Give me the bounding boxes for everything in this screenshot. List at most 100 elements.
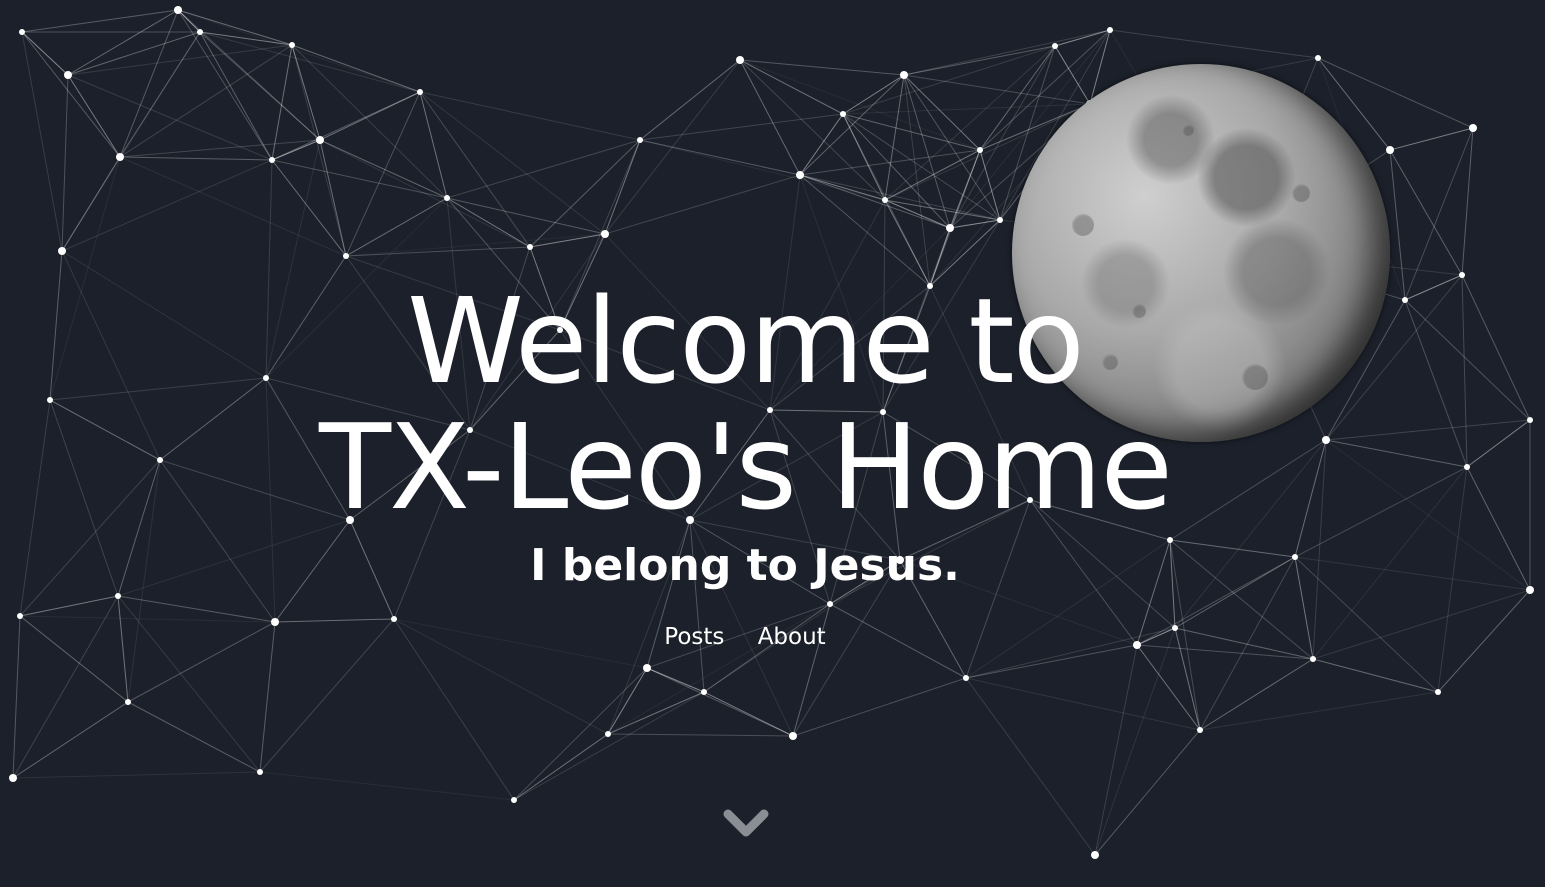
network-line bbox=[799, 174, 1001, 221]
network-line bbox=[119, 139, 321, 158]
network-line bbox=[739, 59, 801, 176]
network-node bbox=[289, 42, 295, 48]
hero-section: Welcome to TX-Leo's Home I belong to Jes… bbox=[0, 0, 1545, 887]
network-line bbox=[979, 149, 1001, 221]
network-node bbox=[796, 171, 804, 179]
nav-link-posts[interactable]: Posts bbox=[664, 624, 724, 650]
network-line bbox=[61, 156, 121, 252]
network-line bbox=[21, 9, 179, 33]
title-line-2: TX-Leo's Home bbox=[319, 398, 1173, 536]
network-line bbox=[177, 9, 421, 93]
network-line bbox=[884, 74, 905, 201]
network-node bbox=[789, 732, 797, 740]
network-line bbox=[1199, 691, 1439, 731]
network-node bbox=[391, 616, 397, 622]
title-line-1: Welcome to bbox=[407, 272, 1085, 410]
network-line bbox=[842, 113, 951, 229]
network-node bbox=[19, 29, 25, 35]
network-node bbox=[125, 699, 131, 705]
network-line bbox=[446, 139, 641, 199]
network-line bbox=[291, 44, 448, 199]
network-node bbox=[840, 111, 846, 117]
network-line bbox=[319, 139, 448, 199]
network-node bbox=[736, 56, 744, 64]
scroll-down-button[interactable] bbox=[722, 806, 770, 842]
network-line bbox=[604, 174, 801, 235]
network-line bbox=[842, 74, 905, 115]
network-node bbox=[116, 153, 124, 161]
nav-link-about[interactable]: About bbox=[758, 624, 826, 650]
network-line bbox=[271, 159, 448, 199]
network-line bbox=[1094, 729, 1201, 856]
network-node bbox=[269, 157, 275, 163]
network-line bbox=[67, 44, 293, 76]
page-title: Welcome to TX-Leo's Home bbox=[0, 278, 1490, 530]
network-node bbox=[605, 731, 611, 737]
network-line bbox=[965, 677, 1201, 731]
moon-crater bbox=[1182, 124, 1194, 136]
network-line bbox=[319, 91, 421, 141]
network-line bbox=[1094, 644, 1138, 856]
network-line bbox=[1094, 627, 1176, 856]
network-node bbox=[827, 601, 833, 607]
network-line bbox=[345, 233, 606, 257]
network-line bbox=[117, 595, 261, 773]
network-node bbox=[511, 797, 517, 803]
network-node bbox=[637, 137, 643, 143]
network-line bbox=[291, 44, 347, 257]
network-node bbox=[900, 71, 908, 79]
network-line bbox=[842, 45, 1056, 115]
network-line bbox=[446, 197, 531, 248]
network-node bbox=[963, 675, 969, 681]
network-line bbox=[12, 771, 261, 779]
network-line bbox=[19, 615, 276, 623]
network-line bbox=[67, 74, 121, 158]
network-node bbox=[946, 224, 954, 232]
moon-crater bbox=[1292, 184, 1310, 202]
network-node bbox=[444, 195, 450, 201]
network-line bbox=[513, 691, 705, 801]
network-node bbox=[1052, 43, 1058, 49]
network-line bbox=[21, 31, 63, 252]
network-line bbox=[799, 74, 905, 176]
network-line bbox=[604, 139, 641, 235]
network-line bbox=[345, 197, 448, 257]
network-node bbox=[601, 230, 609, 238]
network-node bbox=[1386, 146, 1394, 154]
network-node bbox=[1315, 55, 1321, 61]
network-node bbox=[58, 247, 66, 255]
network-node bbox=[997, 217, 1003, 223]
network-line bbox=[1389, 127, 1474, 151]
network-node bbox=[1310, 656, 1316, 662]
network-line bbox=[1136, 644, 1201, 731]
network-line bbox=[345, 91, 421, 257]
network-line bbox=[607, 733, 794, 737]
network-node bbox=[701, 689, 707, 695]
network-node bbox=[643, 664, 651, 672]
network-node bbox=[316, 136, 324, 144]
network-node bbox=[977, 147, 983, 153]
network-node bbox=[64, 71, 72, 79]
network-node bbox=[257, 769, 263, 775]
network-node bbox=[343, 253, 349, 259]
network-line bbox=[739, 59, 981, 151]
network-line bbox=[799, 174, 951, 229]
network-line bbox=[119, 156, 273, 161]
network-node bbox=[882, 197, 888, 203]
page-subtitle: I belong to Jesus. bbox=[530, 540, 960, 591]
network-line bbox=[119, 156, 347, 257]
moon-crater bbox=[1072, 214, 1094, 236]
network-line bbox=[1312, 658, 1439, 693]
network-line bbox=[67, 31, 201, 76]
network-line bbox=[792, 677, 967, 737]
network-node bbox=[174, 6, 182, 14]
network-line bbox=[419, 91, 448, 199]
network-line bbox=[639, 59, 741, 141]
network-line bbox=[1461, 127, 1474, 276]
network-line bbox=[12, 701, 129, 779]
network-line bbox=[799, 149, 981, 176]
main-nav: Posts About bbox=[0, 624, 1490, 650]
network-node bbox=[197, 29, 203, 35]
network-line bbox=[965, 677, 1096, 856]
network-line bbox=[259, 771, 515, 801]
